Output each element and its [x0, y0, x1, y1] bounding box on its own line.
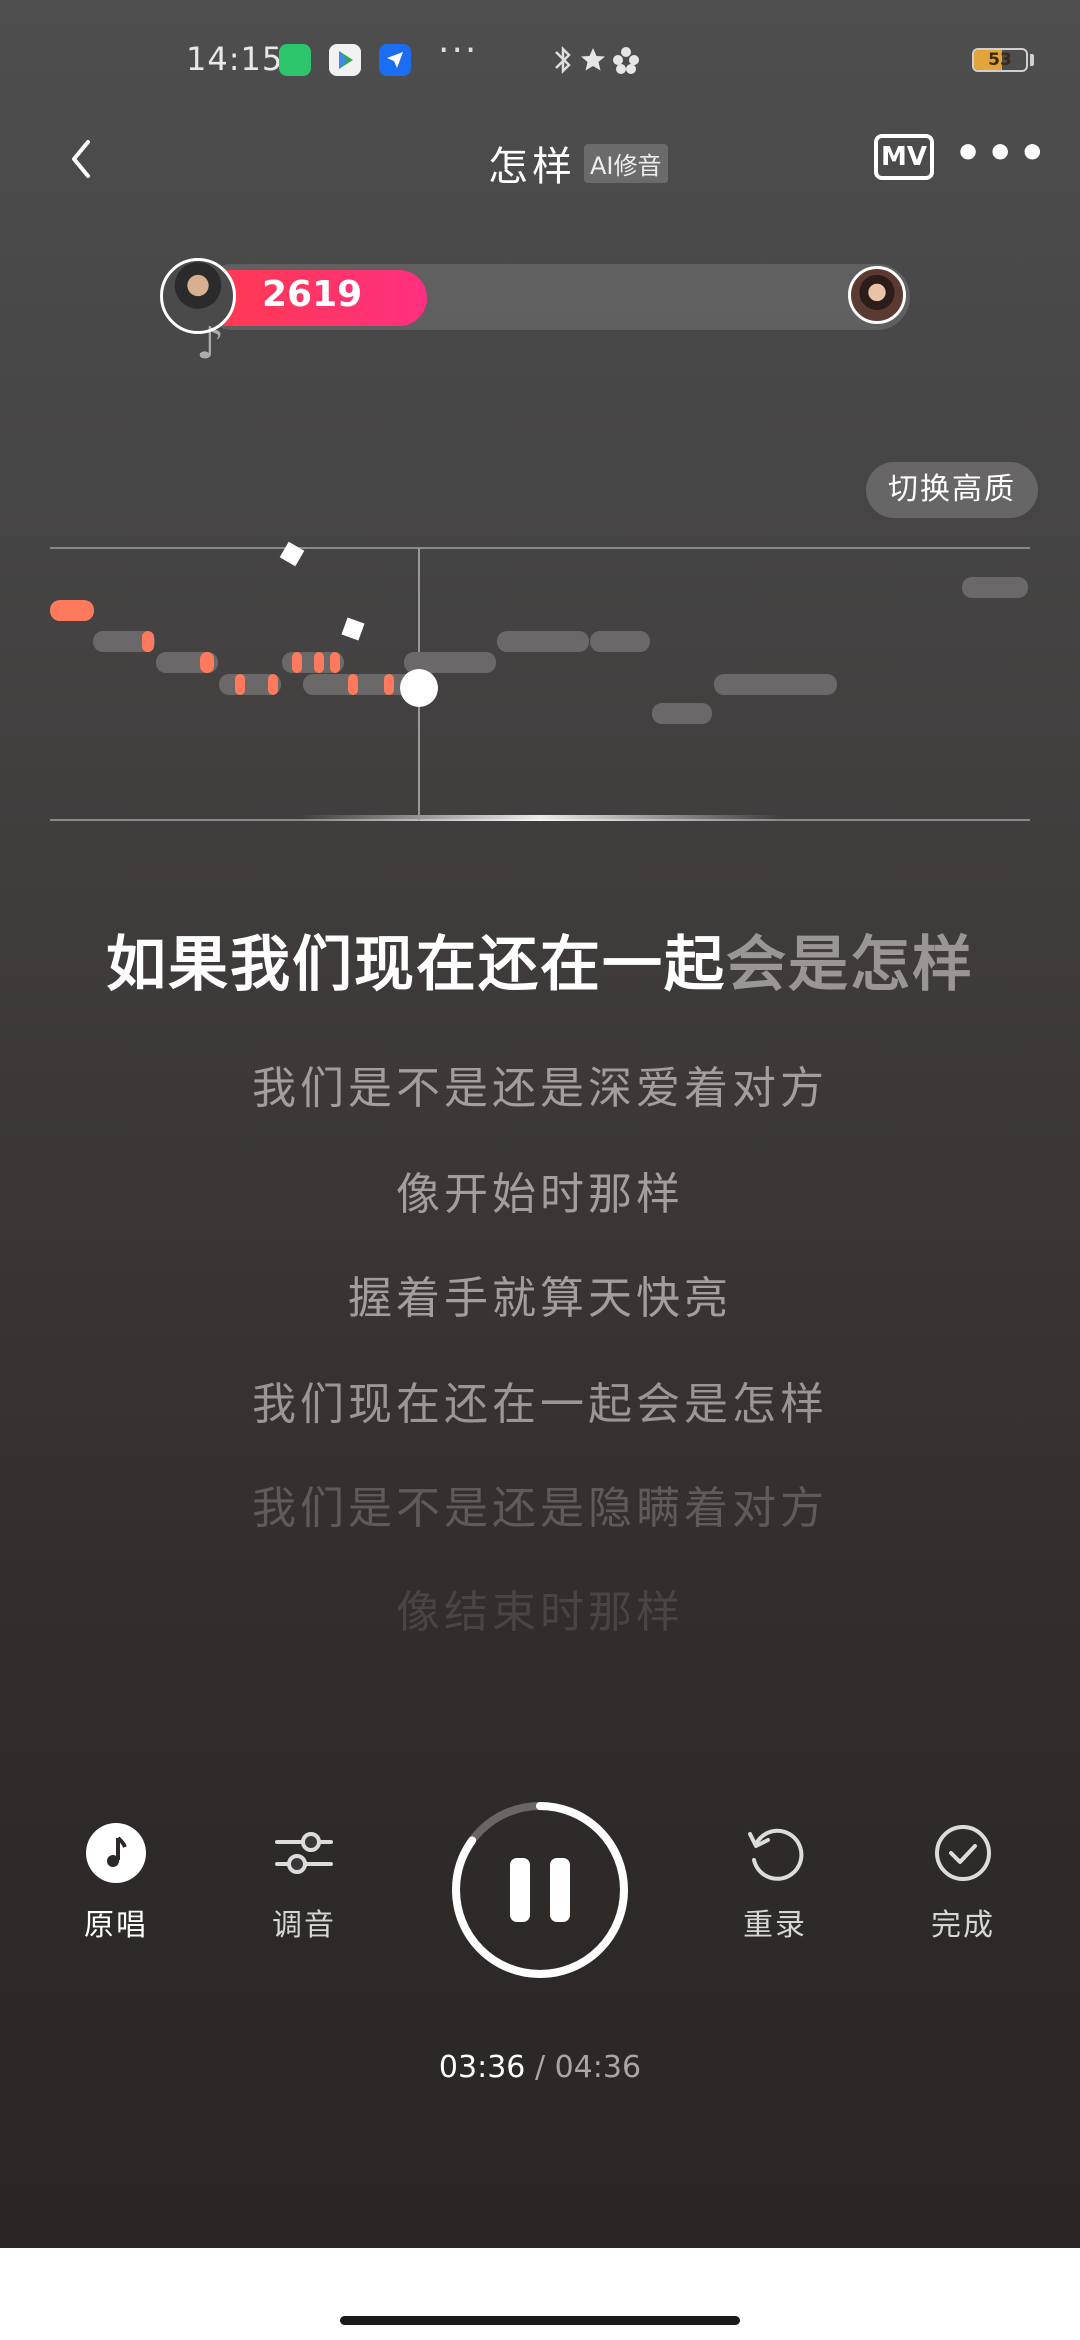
music-note-icon: ♪ [196, 318, 225, 369]
home-indicator[interactable] [340, 2316, 740, 2325]
song-title: 怎样 [488, 144, 576, 190]
current-lyric-sung: 如果我们现在还在一起 [106, 930, 726, 1000]
note-hit [292, 652, 302, 673]
mv-button[interactable]: MV [874, 134, 934, 180]
sparkle [279, 541, 305, 567]
google-play-icon [329, 44, 361, 76]
note-hit [348, 674, 358, 695]
lyric-line: 我们是不是还是隐瞒着对方 [252, 1483, 828, 1534]
karaoke-screen: 14:15 ··· 53 怎样 AI修音 MV ••• 2619 ♪ 切换高质 [0, 0, 1080, 2248]
lyric-line: 握着手就算天快亮 [348, 1273, 732, 1324]
sparkle [341, 617, 365, 641]
note-hit [50, 600, 94, 621]
rerecord-button[interactable]: 重录 [700, 1820, 850, 1944]
lyric-line: 像开始时那样 [396, 1169, 684, 1220]
note-hit [142, 631, 154, 652]
finish-button[interactable]: 完成 [888, 1820, 1038, 1944]
rerecord-icon [748, 1828, 804, 1881]
bluetooth-icon [555, 45, 571, 75]
note-bar [714, 674, 837, 695]
back-button[interactable] [62, 134, 102, 184]
switch-quality-button[interactable]: 切换高质 [866, 462, 1038, 518]
current-lyric: 如果我们现在还在一起会是怎样 [0, 916, 1080, 1003]
note-hit [235, 674, 245, 695]
score-value: 2619 [262, 274, 363, 315]
pause-icon-right [550, 1858, 570, 1922]
note-hit [200, 652, 214, 673]
note-bar [962, 577, 1028, 598]
note-hit [314, 652, 324, 673]
note-hit [330, 652, 340, 673]
status-more-icon: ··· [438, 30, 479, 71]
time-separator: / [534, 2050, 546, 2085]
battery-icon: 53 [972, 48, 1028, 72]
music-note-icon [86, 1823, 146, 1883]
pause-icon-left [510, 1858, 530, 1922]
original-vocal-button[interactable]: 原唱 [41, 1820, 191, 1944]
lyric-line: 我们是不是还是深爱着对方 [252, 1063, 828, 1114]
rerecord-label: 重录 [743, 1908, 807, 1943]
lyric-line: 像结束时那样 [396, 1587, 684, 1638]
battery-text: 53 [988, 50, 1012, 70]
playback-time: 03:36 / 04:36 [0, 2050, 1080, 2085]
finish-label: 完成 [931, 1908, 995, 1943]
pause-button[interactable] [448, 1798, 632, 1982]
pitch-glow [300, 815, 780, 821]
send-app-icon [379, 44, 411, 76]
status-time: 14:15 [186, 40, 284, 78]
check-circle-icon [935, 1825, 991, 1881]
tuning-label: 调音 [272, 1908, 336, 1943]
current-time: 03:36 [438, 2050, 526, 2085]
tuning-button[interactable]: 调音 [229, 1820, 379, 1944]
pitch-visualizer [50, 541, 1030, 821]
pending-notes [93, 577, 1028, 724]
note-bar [497, 631, 589, 652]
lyric-line: 我们现在还在一起会是怎样 [252, 1379, 828, 1430]
star-icon [581, 48, 605, 71]
note-bar [590, 631, 650, 652]
current-lyric-upcoming: 会是怎样 [726, 930, 974, 1000]
ai-fix-badge[interactable]: AI修音 [584, 144, 668, 183]
more-options-button[interactable]: ••• [954, 128, 1050, 179]
sliders-icon [275, 1832, 333, 1874]
note-hit [268, 674, 278, 695]
note-hit [384, 674, 394, 695]
total-time: 04:36 [554, 2050, 642, 2085]
battery-cap [1030, 54, 1034, 66]
original-vocal-label: 原唱 [84, 1908, 148, 1943]
pitch-pointer [400, 669, 438, 707]
flower-icon [613, 47, 639, 74]
home-area [0, 2248, 1080, 2340]
note-bar [652, 703, 712, 724]
rival-avatar[interactable] [848, 266, 906, 324]
app-shield-icon [279, 44, 311, 76]
